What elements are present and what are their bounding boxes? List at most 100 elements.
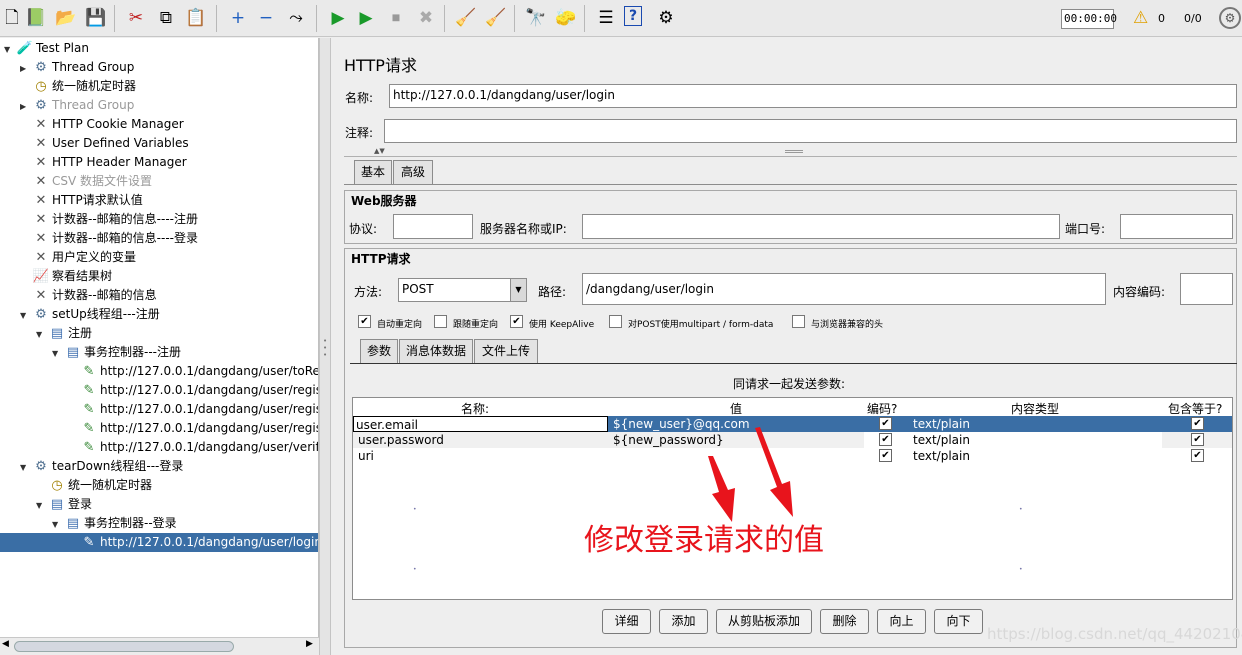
collapse-arrows-icon[interactable]: ▲▼ [374, 147, 385, 155]
tab-files-upload[interactable]: 文件上传 [474, 339, 538, 363]
tree-node[interactable]: ✎ http://127.0.0.1/dangdang/user/verify [68, 438, 318, 457]
tree-node[interactable]: ✕ 计数器--邮箱的信息----注册 [20, 210, 200, 229]
tree-node[interactable]: ✕ 用户定义的变量 [20, 248, 138, 267]
start-icon[interactable]: ▶ [326, 6, 350, 30]
tree-node[interactable]: ▼ 🧪 Test Plan [4, 39, 91, 58]
tree-horizontal-scrollbar[interactable]: ◀ ▶ [0, 637, 319, 655]
option-checkbox[interactable] [792, 315, 805, 328]
server-input[interactable] [582, 214, 1060, 239]
open-icon[interactable]: 📂 [54, 6, 78, 30]
encode-checkbox[interactable]: ✔ [879, 417, 892, 430]
warning-icon[interactable]: ⚠ [1133, 8, 1148, 28]
save-icon[interactable]: 💾 [84, 6, 108, 30]
tree-node[interactable]: ▶ ⚙ Thread Group [20, 96, 136, 115]
protocol-input[interactable] [393, 214, 473, 239]
tab-body-data[interactable]: 消息体数据 [399, 339, 473, 363]
scroll-right-icon[interactable]: ▶ [306, 639, 313, 649]
scroll-thumb[interactable] [14, 641, 234, 652]
tree-node[interactable]: ✕ HTTP Cookie Manager [20, 115, 186, 134]
cut-icon[interactable]: ✂ [124, 6, 148, 30]
tree-node[interactable]: ◷ 统一随机定时器 [36, 476, 154, 495]
tree-node[interactable]: ▶ ⚙ Thread Group [20, 58, 136, 77]
tree-node[interactable]: ✕ User Defined Variables [20, 134, 191, 153]
option-checkbox[interactable]: ✔ [358, 315, 371, 328]
divider-grip[interactable] [785, 150, 803, 153]
tree-node[interactable]: ▼ ▤ 事务控制器---注册 [52, 343, 183, 362]
option-checkbox[interactable] [609, 315, 622, 328]
comment-input[interactable] [384, 119, 1237, 143]
include-equals-checkbox[interactable]: ✔ [1191, 417, 1204, 430]
collapsed-toggle-icon[interactable]: ▶ [20, 97, 32, 116]
expanded-toggle-icon[interactable]: ▼ [20, 306, 32, 325]
expanded-toggle-icon[interactable]: ▼ [36, 496, 48, 515]
add-button[interactable]: 添加 [659, 609, 708, 634]
tree-node[interactable]: ▼ ▤ 登录 [36, 495, 94, 514]
expanded-toggle-icon[interactable]: ▼ [4, 40, 16, 59]
cell-name[interactable]: uri [358, 448, 374, 464]
toggle-icon[interactable]: ⤳ [284, 6, 308, 30]
tree-node[interactable]: ▼ ▤ 事务控制器--登录 [52, 514, 179, 533]
name-input[interactable]: http://127.0.0.1/dangdang/user/login [389, 84, 1237, 108]
delete-button[interactable]: 删除 [820, 609, 869, 634]
tree-node[interactable]: ✕ 计数器--邮箱的信息 [20, 286, 159, 305]
down-button[interactable]: 向下 [934, 609, 983, 634]
tree-node[interactable]: ✎ http://127.0.0.1/dangdang/user/toRegist [68, 362, 318, 381]
tree-node[interactable]: ▼ ⚙ setUp线程组---注册 [20, 305, 162, 324]
encode-checkbox[interactable]: ✔ [879, 449, 892, 462]
tree-node[interactable]: ▼ ⚙ tearDown线程组---登录 [20, 457, 185, 476]
cell-name[interactable]: user.password [358, 432, 444, 448]
include-equals-checkbox[interactable]: ✔ [1191, 449, 1204, 462]
new-icon[interactable]: 🗋 [0, 6, 24, 30]
cell-name-editor[interactable]: user.email [353, 416, 608, 432]
cell-content-type[interactable]: text/plain [913, 448, 970, 464]
tree-node[interactable]: ✕ HTTP请求默认值 [20, 191, 145, 210]
method-select[interactable]: POST ▼ [398, 278, 527, 302]
tree-node[interactable]: 📈 察看结果树 [20, 267, 114, 286]
start-no-pause-icon[interactable]: ▶ [354, 6, 378, 30]
collapsed-toggle-icon[interactable]: ▶ [20, 59, 32, 78]
tree-node[interactable]: ✕ 计数器--邮箱的信息----登录 [20, 229, 200, 248]
tree-node[interactable]: ✎ http://127.0.0.1/dangdang/user/regist.a… [68, 419, 318, 438]
scroll-left-icon[interactable]: ◀ [2, 639, 9, 649]
tree-node[interactable]: ✎ http://127.0.0.1/dangdang/user/registVa… [68, 381, 318, 400]
expand-icon[interactable]: + [226, 6, 250, 30]
chevron-down-icon[interactable]: ▼ [510, 279, 526, 301]
shutdown-icon[interactable]: ✖ [414, 6, 438, 30]
cell-value[interactable]: ${new_user}@qq.com [613, 416, 750, 432]
tab-basic[interactable]: 基本 [354, 160, 392, 184]
help-icon[interactable]: ? [624, 6, 642, 26]
option-checkbox[interactable] [434, 315, 447, 328]
stop-icon[interactable]: ⏹ [384, 6, 408, 30]
collapse-icon[interactable]: − [254, 6, 278, 30]
table-row[interactable]: uri ✔ text/plain ✔ [353, 448, 1232, 464]
clear-icon[interactable]: 🧹 [454, 6, 478, 30]
tree-node[interactable]: ▼ ▤ 注册 [36, 324, 94, 343]
port-input[interactable] [1120, 214, 1233, 239]
paste-icon[interactable]: 📋 [184, 6, 208, 30]
tree-node-selected[interactable]: ✎ http://127.0.0.1/dangdang/user/login [0, 533, 318, 552]
table-row[interactable]: user.password ${new_password} ✔ text/plain ✔ [353, 432, 1232, 448]
reset-search-icon[interactable]: 🧽 [554, 6, 578, 30]
copy-icon[interactable]: ⧉ [154, 6, 178, 30]
tab-parameters[interactable]: 参数 [360, 339, 398, 363]
detail-button[interactable]: 详细 [602, 609, 651, 634]
tree-node[interactable]: ◷ 统一随机定时器 [20, 77, 138, 96]
tree-node[interactable]: ✎ http://127.0.0.1/dangdang/user/registVa… [68, 400, 318, 419]
tree-node[interactable]: ✕ CSV 数据文件设置 [20, 172, 154, 191]
pane-splitter[interactable]: • • • [319, 38, 331, 655]
search-icon[interactable]: 🔭 [524, 6, 548, 30]
expanded-toggle-icon[interactable]: ▼ [52, 344, 64, 363]
remote-icon[interactable]: ⚙ [654, 6, 678, 30]
table-row[interactable]: user.email ${new_user}@qq.com ✔ text/plain ✔ [353, 416, 1232, 432]
up-button[interactable]: 向上 [877, 609, 926, 634]
expanded-toggle-icon[interactable]: ▼ [20, 458, 32, 477]
encoding-input[interactable] [1180, 273, 1233, 305]
path-input[interactable]: /dangdang/user/login [582, 273, 1106, 305]
expanded-toggle-icon[interactable]: ▼ [36, 325, 48, 344]
templates-icon[interactable]: 📗 [24, 6, 48, 30]
cell-content-type[interactable]: text/plain [913, 432, 970, 448]
include-equals-checkbox[interactable]: ✔ [1191, 433, 1204, 446]
tree-node[interactable]: ✕ HTTP Header Manager [20, 153, 189, 172]
function-helper-icon[interactable]: ☰ [594, 6, 618, 30]
option-checkbox[interactable]: ✔ [510, 315, 523, 328]
